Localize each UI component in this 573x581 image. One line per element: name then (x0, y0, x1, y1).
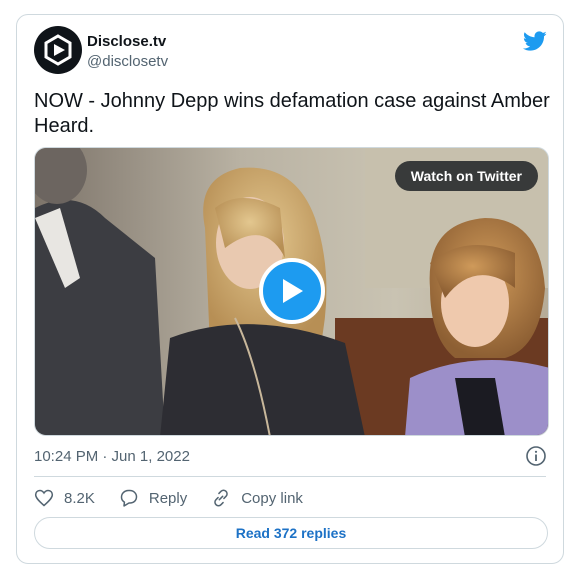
play-button[interactable] (259, 258, 325, 324)
action-bar: 8.2K Reply Copy link (34, 487, 327, 509)
heart-icon (34, 489, 54, 507)
video-player[interactable]: Watch on Twitter (34, 147, 549, 436)
read-replies-button[interactable]: Read 372 replies (34, 517, 548, 549)
watch-on-twitter-button[interactable]: Watch on Twitter (394, 161, 538, 191)
reply-button[interactable]: Reply (119, 488, 187, 508)
disclose-logo-icon (44, 34, 72, 66)
copy-link-label: Copy link (241, 489, 303, 507)
twitter-bird-icon[interactable] (523, 29, 547, 53)
reply-label: Reply (148, 489, 188, 507)
play-icon (283, 279, 303, 303)
divider (34, 476, 546, 477)
author-block[interactable]: Disclose.tv @disclosetv (87, 32, 168, 72)
like-count: 8.2K (64, 489, 95, 507)
author-handle[interactable]: @disclosetv (87, 52, 168, 72)
reply-icon (120, 489, 138, 507)
copy-link-button[interactable]: Copy link (211, 488, 303, 508)
author-name[interactable]: Disclose.tv (87, 32, 168, 52)
tweet-text: NOW - Johnny Depp wins defamation case a… (34, 90, 550, 137)
link-icon (214, 489, 229, 507)
tweet-card[interactable]: Disclose.tv @disclosetv NOW - Johnny Dep… (16, 14, 564, 564)
avatar[interactable] (34, 26, 82, 74)
like-button[interactable]: 8.2K (34, 488, 95, 508)
info-icon[interactable] (525, 445, 547, 467)
tweet-timestamp[interactable]: 10:24 PM · Jun 1, 2022 (34, 447, 190, 467)
